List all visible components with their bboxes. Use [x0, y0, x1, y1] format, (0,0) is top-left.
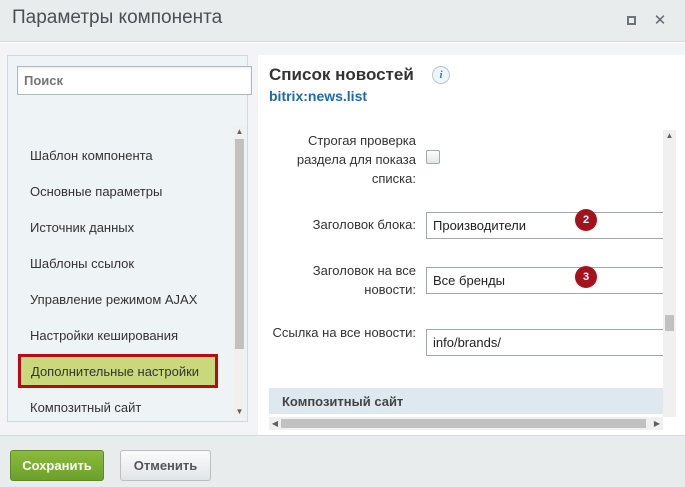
all-news-link-input[interactable] — [426, 329, 666, 356]
info-icon[interactable]: i — [432, 66, 450, 84]
sidebar-item-composite[interactable]: Композитный сайт — [30, 400, 141, 415]
block-title-input[interactable] — [426, 212, 666, 239]
section-header-composite[interactable]: Композитный сайт — [269, 388, 663, 414]
all-news-title-input[interactable] — [426, 267, 666, 294]
sidebar-item-caching[interactable]: Настройки кеширования — [30, 328, 178, 343]
sidebar: Шаблон компонента Основные параметры Ист… — [7, 55, 252, 422]
component-code: bitrix:news.list — [269, 88, 368, 104]
dialog-content: Шаблон компонента Основные параметры Ист… — [0, 43, 685, 435]
close-icon: ✕ — [653, 12, 667, 29]
dialog-titlebar: Параметры компонента ✕ — [0, 0, 685, 42]
hscrollbar-thumb[interactable] — [281, 419, 646, 428]
scroll-right-arrow-icon[interactable]: ▶ — [651, 417, 663, 430]
maximize-icon — [626, 15, 636, 25]
scroll-left-arrow-icon[interactable]: ◀ — [269, 417, 281, 430]
param-label-block-title: Заголовок блока: — [312, 217, 416, 232]
dialog-title: Параметры компонента — [12, 7, 223, 28]
annotation-badge: 3 — [575, 266, 597, 288]
scroll-down-arrow-icon[interactable]: ▼ — [233, 406, 246, 418]
scroll-up-arrow-icon[interactable]: ▲ — [233, 126, 246, 138]
scroll-up-arrow-icon[interactable]: ▲ — [663, 130, 676, 142]
dialog-footer: Сохранить Отменить — [0, 435, 685, 487]
sidebar-scrollbar[interactable]: ▲ ▼ — [233, 126, 246, 418]
params-scrollbar[interactable]: ▲ — [663, 130, 676, 417]
sidebar-item-url-templates[interactable]: Шаблоны ссылок — [30, 256, 134, 271]
params-hscrollbar[interactable]: ◀ ▶ — [269, 417, 663, 430]
sidebar-item-data-source[interactable]: Источник данных — [30, 220, 134, 235]
annotation-badge: 2 — [575, 209, 597, 231]
param-label-all-news-title: Заголовок на все новости: — [312, 263, 416, 297]
close-button[interactable]: ✕ — [649, 10, 671, 32]
search-input[interactable] — [17, 66, 252, 95]
strict-check-checkbox[interactable] — [426, 150, 440, 164]
sidebar-item-ajax[interactable]: Управление режимом AJAX — [30, 292, 197, 307]
component-title: Список новостей — [269, 65, 414, 84]
scrollbar-thumb[interactable] — [235, 139, 244, 349]
param-label-strict-check: Строгая проверка раздела для показа спис… — [296, 133, 416, 186]
cancel-button[interactable]: Отменить — [120, 450, 211, 481]
params-panel: Список новостей i bitrix:news.list Строг… — [258, 55, 685, 435]
save-button[interactable]: Сохранить — [10, 450, 104, 481]
maximize-button[interactable] — [620, 10, 642, 32]
sidebar-item-main-params[interactable]: Основные параметры — [30, 184, 162, 199]
sidebar-item-additional[interactable]: Дополнительные настройки — [18, 354, 218, 388]
scrollbar-thumb[interactable] — [665, 315, 674, 331]
param-label-all-news-link: Ссылка на все новости: — [272, 325, 416, 340]
sidebar-item-template[interactable]: Шаблон компонента — [30, 148, 153, 163]
